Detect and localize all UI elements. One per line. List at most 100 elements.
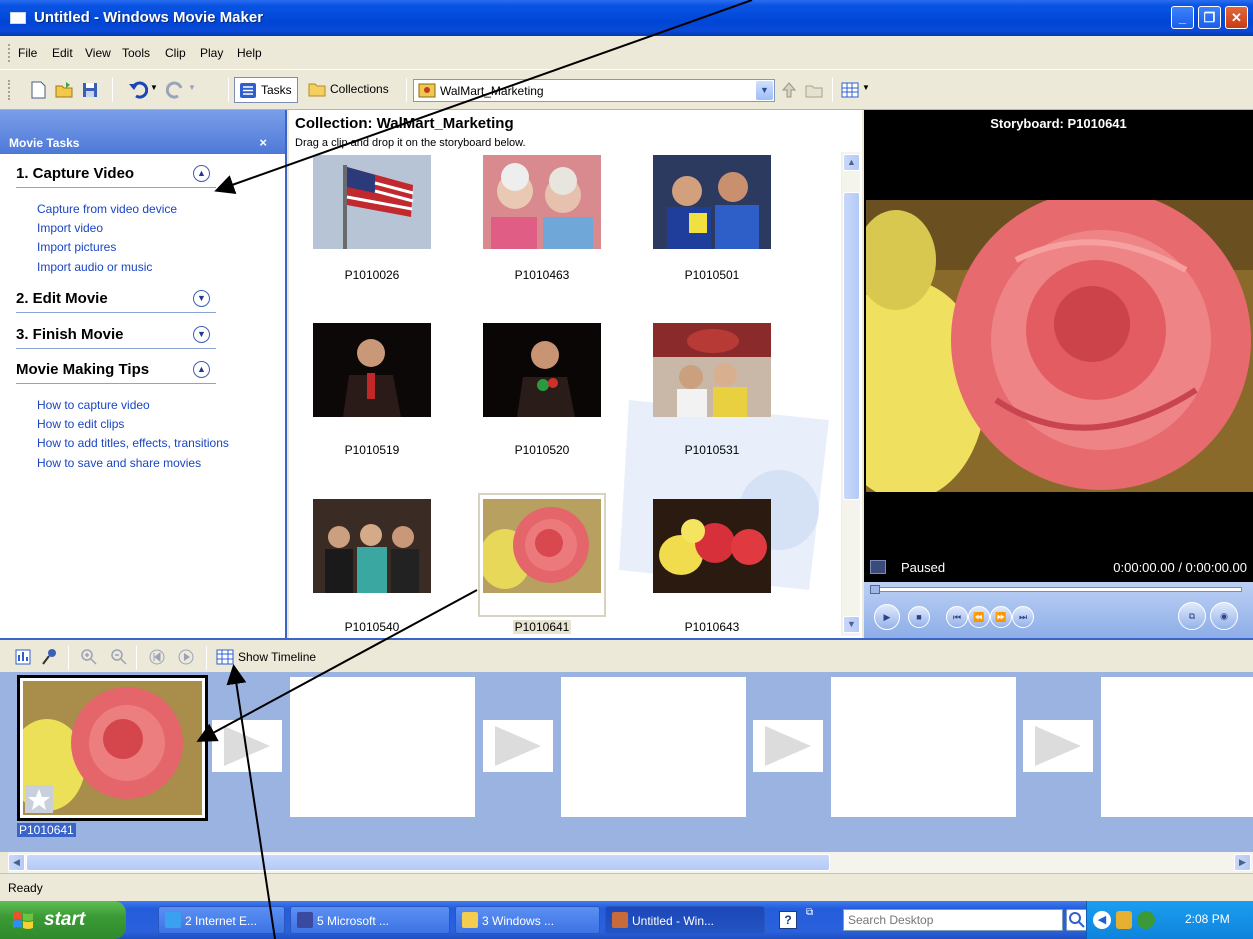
previous-frame-icon[interactable]: ⏮ — [946, 606, 968, 628]
clip-label[interactable]: P1010643 — [653, 620, 771, 634]
clip-thumbnail-p1010641[interactable] — [483, 499, 601, 593]
clip-thumbnail-p1010501[interactable] — [653, 155, 771, 249]
taskbar-item-movie-maker[interactable]: Untitled - Win... — [605, 906, 765, 934]
scroll-down-icon[interactable]: ▼ — [843, 616, 860, 633]
storyboard-clip-thumbnail[interactable] — [23, 681, 202, 815]
section-capture-video[interactable]: 1. Capture Video — [16, 165, 134, 182]
taskbar-item-internet-explorer[interactable]: 2 Internet E... — [158, 906, 285, 934]
seek-handle[interactable] — [870, 585, 880, 594]
section-edit-movie[interactable]: 2. Edit Movie — [16, 290, 108, 307]
close-pane-icon[interactable]: × — [259, 135, 267, 150]
clip-thumbnail-p1010463[interactable] — [483, 155, 601, 249]
title-bar[interactable]: Untitled - Windows Movie Maker _ ❐ ✕ — [0, 0, 1253, 36]
help-icon[interactable]: ? — [779, 911, 797, 929]
app-icon[interactable] — [10, 12, 26, 24]
storyboard-slot[interactable] — [1101, 677, 1253, 817]
clip-thumbnail-p1010531[interactable] — [653, 323, 771, 417]
restore-language-bar-icon[interactable]: ⧉ — [806, 907, 813, 918]
storyboard-slot[interactable] — [831, 677, 1016, 817]
network-icon[interactable] — [1137, 911, 1155, 929]
storyboard-scrollbar[interactable]: ◀ ▶ — [8, 852, 1253, 873]
redo-dropdown-icon[interactable]: ▼ — [188, 83, 196, 92]
close-button[interactable]: ✕ — [1225, 6, 1248, 29]
menu-edit[interactable]: Edit — [52, 46, 73, 60]
forward-icon[interactable]: ⏩ — [990, 606, 1012, 628]
desktop-search-input[interactable]: Search Desktop — [843, 909, 1063, 931]
views-dropdown-icon[interactable]: ▼ — [862, 83, 870, 92]
clip-label[interactable]: P1010463 — [483, 268, 601, 282]
transition-slot[interactable] — [1023, 720, 1093, 772]
zoom-out-icon[interactable] — [110, 648, 128, 666]
minimize-button[interactable]: _ — [1171, 6, 1194, 29]
transition-slot[interactable] — [483, 720, 553, 772]
views-icon[interactable] — [840, 80, 860, 100]
narrate-timeline-icon[interactable] — [40, 648, 60, 666]
redo-icon[interactable] — [166, 80, 186, 100]
next-frame-icon[interactable]: ⏭ — [1012, 606, 1034, 628]
link-import-audio-or-music[interactable]: Import audio or music — [37, 260, 152, 274]
menu-view[interactable]: View — [85, 46, 111, 60]
play-icon[interactable]: ▶ — [874, 604, 900, 630]
show-timeline-button[interactable]: Show Timeline — [238, 650, 316, 664]
rewind-icon[interactable]: ⏪ — [968, 606, 990, 628]
link-how-to-add-titles[interactable]: How to add titles, effects, transitions — [37, 436, 229, 450]
transition-slot[interactable] — [212, 720, 282, 772]
clip-thumbnail-p1010643[interactable] — [653, 499, 771, 593]
scroll-right-icon[interactable]: ▶ — [1234, 854, 1251, 871]
new-collection-folder-icon[interactable] — [804, 80, 824, 100]
storyboard-clip-label[interactable]: P1010641 — [17, 823, 76, 837]
split-clip-icon[interactable]: ⧉ — [1178, 602, 1206, 630]
stop-icon[interactable]: ■ — [908, 606, 930, 628]
link-import-pictures[interactable]: Import pictures — [37, 240, 116, 254]
take-picture-icon[interactable]: ◉ — [1210, 602, 1238, 630]
chevron-down-icon[interactable]: ▼ — [193, 326, 210, 343]
rewind-storyboard-icon[interactable] — [148, 648, 166, 666]
menu-clip[interactable]: Clip — [165, 46, 186, 60]
tasks-button[interactable]: Tasks — [234, 77, 298, 103]
scroll-thumb[interactable] — [26, 854, 830, 871]
menu-play[interactable]: Play — [200, 46, 223, 60]
storyboard-clip-selected[interactable] — [17, 675, 208, 821]
clip-thumbnail-p1010520[interactable] — [483, 323, 601, 417]
restore-button[interactable]: ❐ — [1198, 6, 1221, 29]
clip-label[interactable]: P1010026 — [313, 268, 431, 282]
undo-icon[interactable] — [128, 80, 148, 100]
clip-thumbnail-p1010540[interactable] — [313, 499, 431, 593]
set-audio-levels-icon[interactable] — [14, 648, 32, 666]
undo-dropdown-icon[interactable]: ▼ — [150, 83, 158, 92]
open-project-icon[interactable] — [54, 80, 74, 100]
scroll-left-icon[interactable]: ◀ — [8, 854, 25, 871]
storyboard-slot[interactable] — [561, 677, 746, 817]
timeline-icon[interactable] — [216, 648, 234, 666]
clip-label[interactable]: P1010501 — [653, 268, 771, 282]
link-capture-from-video-device[interactable]: Capture from video device — [37, 202, 177, 216]
taskbar-item-microsoft[interactable]: 5 Microsoft ... — [290, 906, 450, 934]
menu-file[interactable]: File — [18, 46, 37, 60]
collection-scrollbar[interactable]: ▲ ▼ — [841, 152, 860, 636]
clip-label[interactable]: P1010540 — [313, 620, 431, 634]
seek-bar[interactable] — [870, 587, 1242, 592]
chevron-down-icon[interactable]: ▼ — [756, 81, 773, 100]
save-project-icon[interactable] — [80, 80, 100, 100]
storyboard-slot[interactable] — [290, 677, 475, 817]
clip-label[interactable]: P1010520 — [483, 443, 601, 457]
transition-slot[interactable] — [753, 720, 823, 772]
zoom-in-icon[interactable] — [80, 648, 98, 666]
section-movie-making-tips[interactable]: Movie Making Tips — [16, 361, 149, 378]
menu-help[interactable]: Help — [237, 46, 262, 60]
clip-label[interactable]: P1010519 — [313, 443, 431, 457]
menu-tools[interactable]: Tools — [122, 46, 150, 60]
collections-button[interactable]: Collections — [304, 77, 402, 103]
clip-thumbnail-p1010519[interactable] — [313, 323, 431, 417]
link-how-to-edit-clips[interactable]: How to edit clips — [37, 417, 124, 431]
collection-dropdown[interactable]: WalMart_Marketing ▼ — [413, 79, 775, 102]
search-icon[interactable] — [1066, 909, 1088, 931]
link-how-to-save-and-share[interactable]: How to save and share movies — [37, 456, 201, 470]
chevron-up-icon[interactable]: ▲ — [193, 361, 210, 378]
tray-expand-icon[interactable]: ◀ — [1093, 911, 1111, 929]
up-level-icon[interactable] — [779, 80, 799, 100]
fullscreen-icon[interactable] — [870, 560, 886, 574]
taskbar-item-windows[interactable]: 3 Windows ... — [455, 906, 600, 934]
chevron-down-icon[interactable]: ▼ — [193, 290, 210, 307]
scroll-thumb[interactable] — [843, 192, 860, 500]
